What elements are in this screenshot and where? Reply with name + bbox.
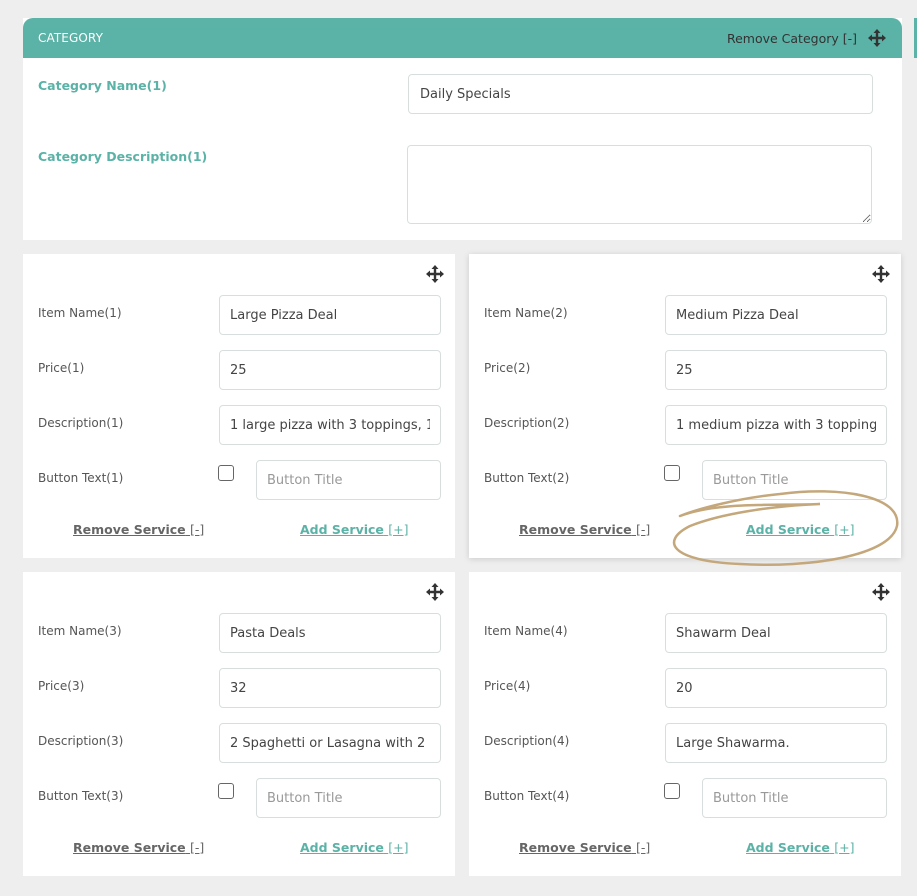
category-name-label: Category Name(1) xyxy=(38,78,167,93)
category-header-title: CATEGORY xyxy=(38,31,104,45)
description-label: Description(4) xyxy=(484,734,570,748)
move-icon[interactable] xyxy=(867,28,887,48)
remove-service-bracket: [-] xyxy=(636,522,651,537)
category-header: CATEGORY Remove Category [-] xyxy=(23,18,902,58)
price-label: Price(3) xyxy=(38,679,85,693)
item-name-label: Item Name(2) xyxy=(484,306,568,320)
item-name-input[interactable] xyxy=(665,613,887,653)
remove-service-link[interactable]: Remove Service [-] xyxy=(73,522,204,537)
description-input[interactable] xyxy=(219,723,441,763)
price-label: Price(2) xyxy=(484,361,531,375)
button-text-checkbox[interactable] xyxy=(218,465,234,481)
add-service-link[interactable]: Add Service [+] xyxy=(300,840,408,855)
remove-category-link[interactable]: Remove Category [-] xyxy=(727,31,857,46)
remove-service-link[interactable]: Remove Service [-] xyxy=(519,840,650,855)
remove-service-label: Remove Service xyxy=(73,840,186,855)
button-title-input[interactable] xyxy=(702,778,887,818)
category-panel: CATEGORY Remove Category [-] Category Na… xyxy=(23,18,902,240)
category-name-input[interactable] xyxy=(408,74,873,114)
item-name-label: Item Name(1) xyxy=(38,306,122,320)
button-text-checkbox[interactable] xyxy=(664,783,680,799)
add-service-link[interactable]: Add Service [+] xyxy=(746,522,854,537)
price-input[interactable] xyxy=(665,668,887,708)
category-description-label: Category Description(1) xyxy=(38,149,208,164)
button-text-label: Button Text(4) xyxy=(484,789,570,803)
price-label: Price(1) xyxy=(38,361,85,375)
description-label: Description(1) xyxy=(38,416,124,430)
item-name-input[interactable] xyxy=(665,295,887,335)
add-service-label: Add Service xyxy=(746,840,830,855)
add-service-bracket: [+] xyxy=(834,522,855,537)
service-item-card: Item Name(3) Price(3) Description(3) But… xyxy=(23,572,455,876)
item-name-input[interactable] xyxy=(219,295,441,335)
item-name-label: Item Name(3) xyxy=(38,624,122,638)
remove-service-link[interactable]: Remove Service [-] xyxy=(73,840,204,855)
move-icon[interactable] xyxy=(425,582,445,602)
button-text-label: Button Text(3) xyxy=(38,789,124,803)
button-text-checkbox[interactable] xyxy=(218,783,234,799)
item-name-input[interactable] xyxy=(219,613,441,653)
price-input[interactable] xyxy=(219,350,441,390)
button-title-input[interactable] xyxy=(256,460,441,500)
price-label: Price(4) xyxy=(484,679,531,693)
add-service-label: Add Service xyxy=(300,522,384,537)
add-service-bracket: [+] xyxy=(388,522,409,537)
button-title-input[interactable] xyxy=(256,778,441,818)
add-service-bracket: [+] xyxy=(834,840,855,855)
add-service-bracket: [+] xyxy=(388,840,409,855)
description-input[interactable] xyxy=(219,405,441,445)
price-input[interactable] xyxy=(219,668,441,708)
description-label: Description(2) xyxy=(484,416,570,430)
remove-service-bracket: [-] xyxy=(190,840,205,855)
service-item-card: Item Name(4) Price(4) Description(4) But… xyxy=(469,572,901,876)
remove-service-label: Remove Service xyxy=(519,840,632,855)
remove-service-label: Remove Service xyxy=(73,522,186,537)
description-input[interactable] xyxy=(665,405,887,445)
remove-service-bracket: [-] xyxy=(636,840,651,855)
service-item-card: Item Name(2) Price(2) Description(2) But… xyxy=(469,254,901,558)
service-item-card: Item Name(1) Price(1) Description(1) But… xyxy=(23,254,455,558)
description-label: Description(3) xyxy=(38,734,124,748)
item-name-label: Item Name(4) xyxy=(484,624,568,638)
move-icon[interactable] xyxy=(425,264,445,284)
move-icon[interactable] xyxy=(871,264,891,284)
category-description-textarea[interactable] xyxy=(407,145,872,224)
description-input[interactable] xyxy=(665,723,887,763)
add-service-link[interactable]: Add Service [+] xyxy=(300,522,408,537)
remove-service-bracket: [-] xyxy=(190,522,205,537)
button-text-checkbox[interactable] xyxy=(664,465,680,481)
price-input[interactable] xyxy=(665,350,887,390)
button-text-label: Button Text(1) xyxy=(38,471,124,485)
button-title-input[interactable] xyxy=(702,460,887,500)
add-service-label: Add Service xyxy=(300,840,384,855)
button-text-label: Button Text(2) xyxy=(484,471,570,485)
move-icon[interactable] xyxy=(871,582,891,602)
add-service-link[interactable]: Add Service [+] xyxy=(746,840,854,855)
add-service-label: Add Service xyxy=(746,522,830,537)
remove-service-label: Remove Service xyxy=(519,522,632,537)
remove-service-link[interactable]: Remove Service [-] xyxy=(519,522,650,537)
